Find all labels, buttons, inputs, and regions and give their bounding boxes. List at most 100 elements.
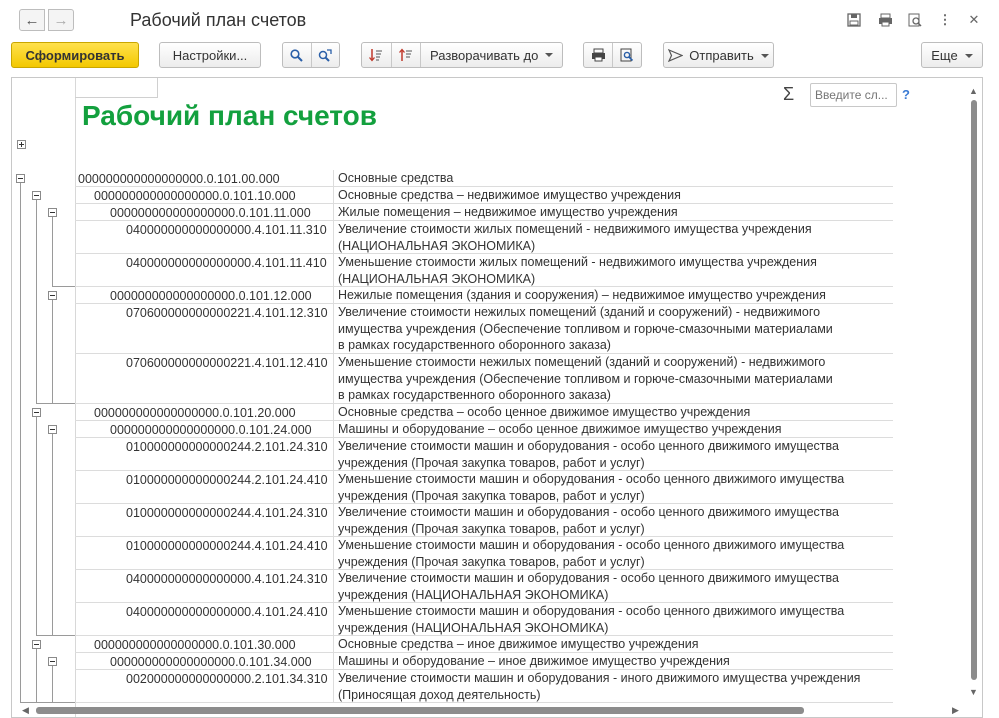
account-code: 010000000000000244.2.101.24.310 bbox=[75, 438, 334, 470]
print-icon[interactable] bbox=[876, 11, 894, 29]
account-name: Уменьшение стоимости нежилых помещений (… bbox=[338, 355, 833, 402]
print-preview-button[interactable] bbox=[613, 43, 641, 67]
expand-group-toggle[interactable] bbox=[17, 140, 26, 149]
account-name: Основные средства – недвижимое имущество… bbox=[338, 188, 681, 202]
tree-line bbox=[36, 649, 37, 702]
collapse-toggle[interactable] bbox=[48, 208, 57, 217]
send-button[interactable]: Отправить bbox=[663, 42, 774, 68]
scroll-down-icon[interactable]: ▼ bbox=[969, 687, 978, 697]
find-next-button[interactable] bbox=[312, 43, 339, 67]
table-row[interactable]: 000000000000000000.0.101.12.000 Нежилые п… bbox=[75, 287, 893, 304]
tree-line bbox=[52, 286, 75, 287]
collapse-all-button[interactable] bbox=[362, 43, 392, 67]
collapse-toggle[interactable] bbox=[16, 174, 25, 183]
table-row[interactable]: 000000000000000000.0.101.24.000 Машины и … bbox=[75, 421, 893, 438]
table-row[interactable]: 010000000000000244.2.101.24.310 Увеличени… bbox=[75, 438, 893, 471]
table-row[interactable]: 010000000000000244.4.101.24.410 Уменьшени… bbox=[75, 537, 893, 570]
table-row[interactable]: 040000000000000000.4.101.24.310 Увеличени… bbox=[75, 570, 893, 603]
account-code: 000000000000000000.0.101.20.000 bbox=[75, 404, 334, 420]
account-name: Основные средства bbox=[338, 171, 454, 185]
table-row[interactable]: 000000000000000000.0.101.30.000 Основные … bbox=[75, 636, 893, 653]
scroll-right-icon[interactable]: ▶ bbox=[952, 705, 959, 716]
account-name: Увеличение стоимости машин и оборудовани… bbox=[338, 571, 839, 602]
account-code: 000000000000000000.0.101.11.000 bbox=[75, 204, 334, 220]
toolbar: Сформировать Настройки... Разворачивать … bbox=[0, 40, 999, 107]
table-row[interactable]: 040000000000000000.4.101.11.410 Уменьшени… bbox=[75, 254, 893, 287]
horizontal-scrollbar-thumb[interactable] bbox=[36, 707, 804, 714]
search-icon bbox=[290, 48, 304, 62]
report-title: Рабочий план счетов bbox=[82, 100, 377, 131]
account-name: Основные средства – иное движимое имущес… bbox=[338, 637, 699, 651]
window-title: Рабочий план счетов bbox=[130, 10, 307, 30]
collapse-toggle[interactable] bbox=[32, 191, 41, 200]
scroll-up-icon[interactable]: ▲ bbox=[969, 86, 978, 96]
back-button[interactable]: ← bbox=[19, 9, 45, 31]
table-row[interactable]: 000000000000000000.0.101.20.000 Основные … bbox=[75, 404, 893, 421]
print-button[interactable] bbox=[584, 43, 613, 67]
account-name: Увеличение стоимости жилых помещений - н… bbox=[338, 222, 812, 253]
table-row[interactable]: 000000000000000000.0.101.00.000 Основные … bbox=[75, 170, 893, 187]
table-row[interactable]: 000000000000000000.0.101.10.000 Основные … bbox=[75, 187, 893, 204]
account-code: 040000000000000000.4.101.11.310 bbox=[75, 221, 334, 253]
table-row[interactable]: 010000000000000244.2.101.24.410 Уменьшени… bbox=[75, 471, 893, 504]
account-code: 010000000000000244.4.101.24.310 bbox=[75, 504, 334, 536]
table-row[interactable]: 040000000000000000.4.101.11.310 Увеличени… bbox=[75, 221, 893, 254]
print-preview-icon bbox=[620, 48, 634, 62]
save-icon[interactable] bbox=[845, 11, 863, 29]
collapse-toggle[interactable] bbox=[48, 657, 57, 666]
more-icon[interactable]: ⋮ bbox=[936, 11, 954, 29]
scroll-left-icon[interactable]: ◀ bbox=[22, 705, 29, 716]
account-name: Машины и оборудование – иное движимое им… bbox=[338, 654, 730, 668]
collapse-toggle[interactable] bbox=[48, 425, 57, 434]
tree-line bbox=[20, 183, 21, 702]
expand-to-dropdown[interactable]: Разворачивать до bbox=[421, 43, 562, 67]
account-code: 070600000000000221.4.101.12.310 bbox=[75, 304, 334, 353]
table-row[interactable]: 010000000000000244.4.101.24.310 Увеличени… bbox=[75, 504, 893, 537]
generate-button[interactable]: Сформировать bbox=[11, 42, 139, 68]
account-name: Уменьшение стоимости машин и оборудовани… bbox=[338, 472, 845, 503]
account-code: 000000000000000000.0.101.30.000 bbox=[75, 636, 334, 652]
printer-icon bbox=[591, 48, 605, 62]
send-label: Отправить bbox=[689, 48, 768, 63]
forward-button[interactable]: → bbox=[48, 9, 74, 31]
account-name: Увеличение стоимости машин и оборудовани… bbox=[338, 671, 861, 702]
tree-line bbox=[36, 200, 37, 403]
collapse-toggle[interactable] bbox=[32, 640, 41, 649]
table-row[interactable]: 000000000000000000.0.101.11.000 Жилые пом… bbox=[75, 204, 893, 221]
collapse-toggle[interactable] bbox=[48, 291, 57, 300]
account-code: 010000000000000244.2.101.24.410 bbox=[75, 471, 334, 503]
preview-icon[interactable] bbox=[906, 11, 924, 29]
account-name: Нежилые помещения (здания и сооружения) … bbox=[338, 288, 826, 302]
title-bar: ← → Рабочий план счетов ⋮ ✕ bbox=[0, 0, 999, 40]
find-button[interactable] bbox=[283, 43, 312, 67]
table-row[interactable]: 002000000000000000.2.101.34.310 Увеличени… bbox=[75, 670, 893, 703]
account-name: Машины и оборудование – особо ценное дви… bbox=[338, 422, 782, 436]
expand-all-button[interactable] bbox=[392, 43, 422, 67]
account-name: Увеличение стоимости машин и оборудовани… bbox=[338, 439, 839, 470]
more-button[interactable]: Еще bbox=[921, 42, 983, 68]
arrow-right-icon: → bbox=[53, 11, 69, 29]
account-name: Основные средства – особо ценное движимо… bbox=[338, 405, 751, 419]
tree-line bbox=[52, 300, 53, 403]
account-name: Уменьшение стоимости машин и оборудовани… bbox=[338, 604, 845, 635]
collapse-toggle[interactable] bbox=[32, 408, 41, 417]
account-code: 000000000000000000.0.101.12.000 bbox=[75, 287, 334, 303]
tree-line bbox=[52, 666, 53, 702]
account-code: 040000000000000000.4.101.24.410 bbox=[75, 603, 334, 635]
table-row[interactable]: 070600000000000221.4.101.12.310 Увеличени… bbox=[75, 304, 893, 354]
more-label: Еще bbox=[931, 48, 972, 63]
table-row[interactable]: 040000000000000000.4.101.24.410 Уменьшени… bbox=[75, 603, 893, 636]
table-row[interactable]: 000000000000000000.0.101.34.000 Машины и … bbox=[75, 653, 893, 670]
settings-button[interactable]: Настройки... bbox=[159, 42, 261, 68]
expand-group: Разворачивать до bbox=[361, 42, 563, 68]
table-row[interactable]: 070600000000000221.4.101.12.410 Уменьшени… bbox=[75, 354, 893, 404]
print-group bbox=[583, 42, 642, 68]
arrow-left-icon: ← bbox=[24, 11, 40, 29]
account-name: Увеличение стоимости машин и оборудовани… bbox=[338, 505, 839, 536]
search-next-icon bbox=[319, 48, 333, 62]
close-icon[interactable]: ✕ bbox=[965, 11, 983, 29]
account-name: Увеличение стоимости нежилых помещений (… bbox=[338, 305, 833, 352]
send-icon bbox=[668, 48, 684, 62]
account-code: 040000000000000000.4.101.24.310 bbox=[75, 570, 334, 602]
vertical-scrollbar-thumb[interactable] bbox=[971, 100, 977, 680]
